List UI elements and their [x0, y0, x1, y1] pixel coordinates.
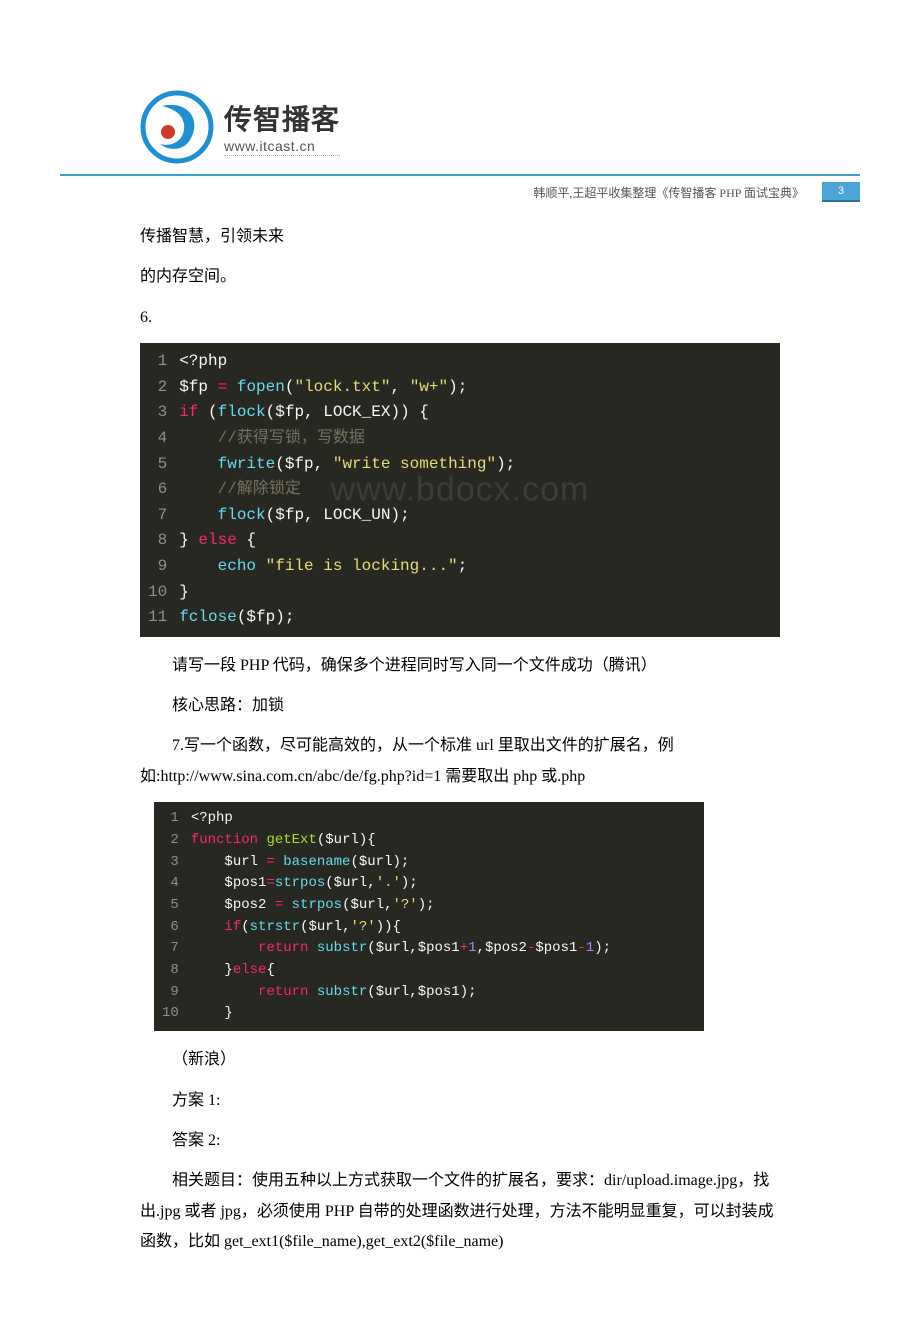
sub-header-note: 韩顺平,王超平收集整理《传智播客 PHP 面试宝典》 — [533, 184, 804, 201]
source-label: （新浪） — [140, 1045, 780, 1075]
answer2-label: 答案 2: — [140, 1126, 780, 1156]
code-block-1-wrap: 1234567891011 <?php$fp = fopen("lock.txt… — [140, 343, 780, 637]
slogan-line: 传播智慧，引领未来 — [140, 222, 780, 252]
code-content: <?phpfunction getExt($url){ $url = basen… — [191, 808, 621, 1025]
code-gutter: 12345678910 — [154, 808, 191, 1025]
sub-header: 韩顺平,王超平收集整理《传智播客 PHP 面试宝典》 3 — [60, 182, 860, 202]
logo-cn-name: 传智播客 — [224, 98, 340, 138]
related-question: 相关题目：使用五种以上方式获取一个文件的扩展名，要求：dir/upload.im… — [140, 1166, 780, 1257]
q6-label: 6. — [140, 303, 780, 333]
code-content: <?php$fp = fopen("lock.txt", "w+");if (f… — [179, 349, 525, 631]
logo-block: 传智播客 www.itcast.cn — [60, 90, 860, 164]
body: 传播智慧，引领未来 的内存空间。 6. 1234567891011 <?php$… — [60, 222, 860, 1257]
q6-desc: 请写一段 PHP 代码，确保多个进程同时写入同一个文件成功（腾讯） — [140, 651, 780, 681]
code-block-2: 12345678910 <?phpfunction getExt($url){ … — [154, 802, 704, 1031]
logo-url: www.itcast.cn — [224, 138, 340, 156]
plan1-label: 方案 1: — [140, 1086, 780, 1116]
memory-line: 的内存空间。 — [140, 262, 780, 292]
code-block-1: 1234567891011 <?php$fp = fopen("lock.txt… — [140, 343, 780, 637]
logo-text: 传智播客 www.itcast.cn — [224, 98, 340, 156]
itcast-logo-icon — [140, 90, 214, 164]
code-gutter: 1234567891011 — [140, 349, 179, 631]
q7-text: 7.写一个函数，尽可能高效的，从一个标准 url 里取出文件的扩展名，例如:ht… — [140, 731, 780, 792]
page-number: 3 — [822, 182, 860, 202]
q6-hint: 核心思路：加锁 — [140, 691, 780, 721]
document-page: 传智播客 www.itcast.cn 韩顺平,王超平收集整理《传智播客 PHP … — [0, 0, 920, 1327]
page-header: 传智播客 www.itcast.cn — [60, 90, 860, 176]
